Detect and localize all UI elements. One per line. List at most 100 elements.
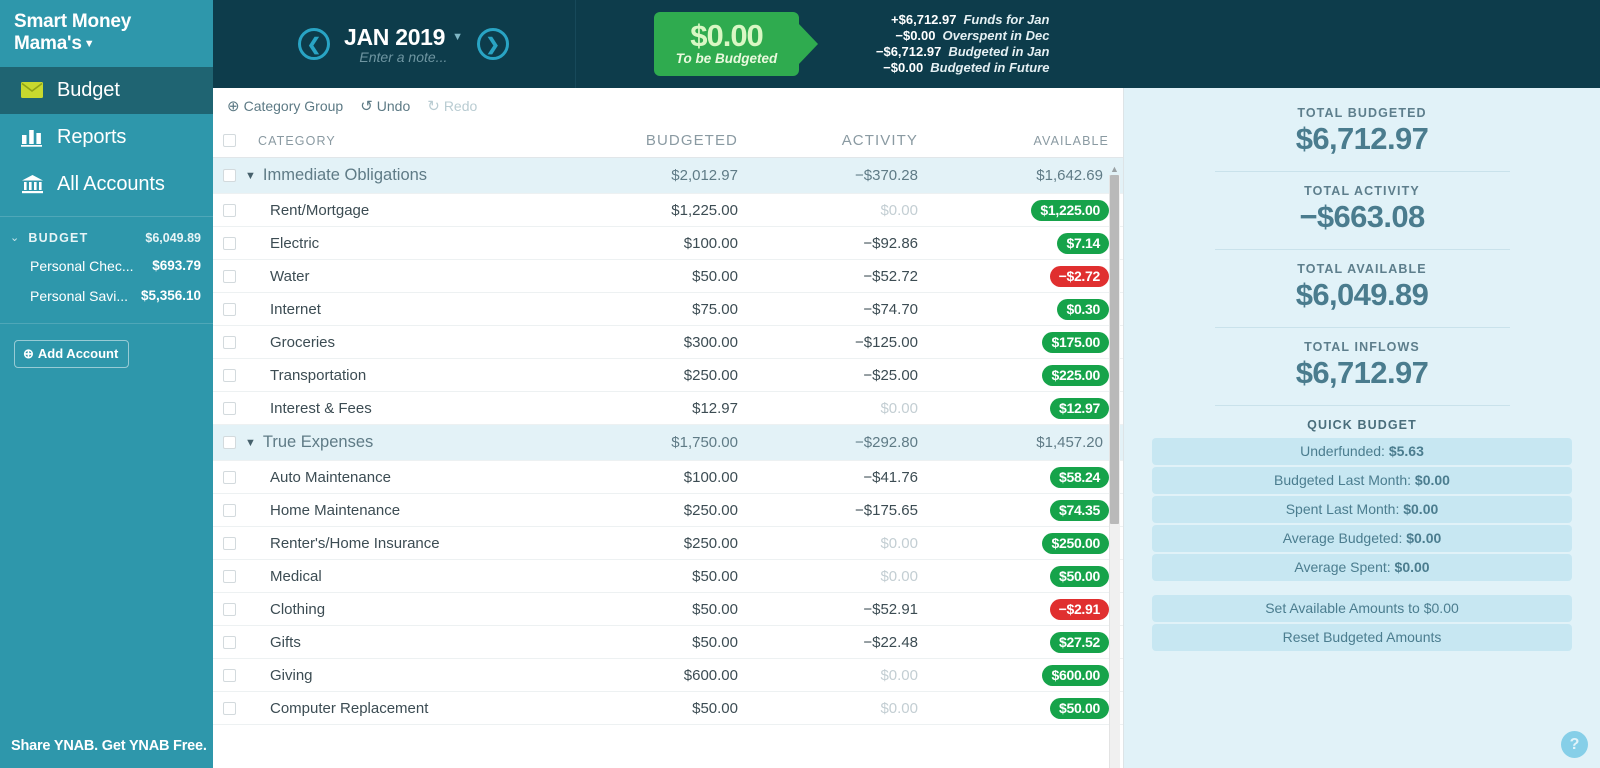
row-checkbox-cell[interactable] bbox=[213, 335, 245, 349]
available-pill[interactable]: −$2.72 bbox=[1049, 265, 1109, 287]
row-checkbox[interactable] bbox=[222, 335, 236, 349]
budgeted-cell[interactable]: $1,225.00 bbox=[578, 202, 758, 219]
activity-cell[interactable]: −$74.70 bbox=[758, 301, 938, 318]
budget-table-scrollbar[interactable]: ▲ bbox=[1109, 164, 1120, 768]
month-selector[interactable]: JAN 2019 ▼ bbox=[344, 24, 463, 51]
sidebar-item-budget[interactable]: Budget bbox=[0, 66, 213, 114]
activity-cell[interactable]: −$52.91 bbox=[758, 601, 938, 618]
category-name-cell[interactable]: Renter's/Home Insurance bbox=[245, 535, 578, 552]
quick-budget-button[interactable]: Average Budgeted: $0.00 bbox=[1152, 525, 1572, 552]
budgeted-cell[interactable]: $250.00 bbox=[578, 535, 758, 552]
category-group-row[interactable]: ▼ Immediate Obligations $2,012.97 −$370.28 $… bbox=[213, 158, 1123, 194]
available-pill[interactable]: $12.97 bbox=[1049, 397, 1109, 419]
category-name-cell[interactable]: Electric bbox=[245, 235, 578, 252]
accounts-group-header[interactable]: ⌄ BUDGET $6,049.89 bbox=[0, 217, 213, 251]
row-checkbox[interactable] bbox=[222, 602, 236, 616]
table-row[interactable]: Interest & Fees $12.97 $0.00 $12.97 bbox=[213, 392, 1123, 425]
budgeted-cell[interactable]: $50.00 bbox=[578, 634, 758, 651]
available-cell[interactable]: $27.52 bbox=[938, 631, 1123, 653]
row-checkbox-cell[interactable] bbox=[213, 569, 245, 583]
scrollbar-thumb[interactable] bbox=[1110, 175, 1119, 524]
category-name-cell[interactable]: Gifts bbox=[245, 634, 578, 651]
row-checkbox-cell[interactable] bbox=[213, 536, 245, 550]
scroll-up-arrow-icon[interactable]: ▲ bbox=[1110, 164, 1119, 174]
activity-cell[interactable]: $0.00 bbox=[758, 568, 938, 585]
row-checkbox-cell[interactable] bbox=[213, 302, 245, 316]
category-name-cell[interactable]: ▼ Immediate Obligations bbox=[245, 166, 578, 185]
redo-button[interactable]: ↻ Redo bbox=[427, 97, 477, 115]
column-header-activity[interactable]: ACTIVITY bbox=[758, 132, 938, 149]
budgeted-cell[interactable]: $50.00 bbox=[578, 268, 758, 285]
available-cell[interactable]: $1,457.20 bbox=[938, 434, 1123, 451]
previous-month-button[interactable]: ❮ bbox=[298, 28, 330, 60]
row-checkbox[interactable] bbox=[222, 302, 236, 316]
available-cell[interactable]: −$2.72 bbox=[938, 265, 1123, 287]
sidebar-item-all-accounts[interactable]: All Accounts bbox=[0, 161, 213, 208]
category-name-cell[interactable]: Rent/Mortgage bbox=[245, 202, 578, 219]
budgeted-cell[interactable]: $250.00 bbox=[578, 367, 758, 384]
available-cell[interactable]: $1,642.69 bbox=[938, 167, 1123, 184]
collapse-triangle-icon[interactable]: ▼ bbox=[245, 170, 256, 182]
row-checkbox[interactable] bbox=[222, 203, 236, 217]
activity-cell[interactable]: −$92.86 bbox=[758, 235, 938, 252]
row-checkbox-cell[interactable] bbox=[213, 368, 245, 382]
budgeted-cell[interactable]: $75.00 bbox=[578, 301, 758, 318]
category-name-cell[interactable]: Home Maintenance bbox=[245, 502, 578, 519]
row-checkbox-cell[interactable] bbox=[213, 236, 245, 250]
available-cell[interactable]: $7.14 bbox=[938, 232, 1123, 254]
category-group-row[interactable]: ▼ True Expenses $1,750.00 −$292.80 $1,457.20 bbox=[213, 425, 1123, 461]
available-cell[interactable]: $250.00 bbox=[938, 532, 1123, 554]
quick-budget-action-button[interactable]: Set Available Amounts to $0.00 bbox=[1152, 595, 1572, 622]
row-checkbox-cell[interactable] bbox=[213, 436, 245, 449]
activity-cell[interactable]: −$41.76 bbox=[758, 469, 938, 486]
table-row[interactable]: Internet $75.00 −$74.70 $0.30 bbox=[213, 293, 1123, 326]
budgeted-cell[interactable]: $50.00 bbox=[578, 568, 758, 585]
to-be-budgeted-button[interactable]: $0.00 To be Budgeted bbox=[653, 11, 800, 77]
row-checkbox-cell[interactable] bbox=[213, 701, 245, 715]
available-pill[interactable]: $50.00 bbox=[1049, 697, 1109, 719]
budgeted-cell[interactable]: $300.00 bbox=[578, 334, 758, 351]
category-name-cell[interactable]: Water bbox=[245, 268, 578, 285]
budgeted-cell[interactable]: $1,750.00 bbox=[578, 434, 758, 451]
row-checkbox[interactable] bbox=[222, 536, 236, 550]
table-row[interactable]: Home Maintenance $250.00 −$175.65 $74.35 bbox=[213, 494, 1123, 527]
row-checkbox[interactable] bbox=[222, 436, 236, 449]
sidebar-item-reports[interactable]: Reports bbox=[0, 114, 213, 161]
table-row[interactable]: Clothing $50.00 −$52.91 −$2.91 bbox=[213, 593, 1123, 626]
available-pill[interactable]: $50.00 bbox=[1049, 565, 1109, 587]
quick-budget-action-button[interactable]: Reset Budgeted Amounts bbox=[1152, 624, 1572, 651]
available-cell[interactable]: −$2.91 bbox=[938, 598, 1123, 620]
budgeted-cell[interactable]: $12.97 bbox=[578, 400, 758, 417]
row-checkbox-cell[interactable] bbox=[213, 470, 245, 484]
row-checkbox-cell[interactable] bbox=[213, 203, 245, 217]
help-button[interactable]: ? bbox=[1561, 731, 1588, 758]
row-checkbox-cell[interactable] bbox=[213, 401, 245, 415]
table-row[interactable]: Renter's/Home Insurance $250.00 $0.00 $250.… bbox=[213, 527, 1123, 560]
available-cell[interactable]: $175.00 bbox=[938, 331, 1123, 353]
column-header-category[interactable]: CATEGORY bbox=[245, 134, 578, 148]
add-account-button[interactable]: ⊕ Add Account bbox=[14, 339, 130, 368]
quick-budget-button[interactable]: Underfunded: $5.63 bbox=[1152, 438, 1572, 465]
table-row[interactable]: Electric $100.00 −$92.86 $7.14 bbox=[213, 227, 1123, 260]
available-pill[interactable]: $0.30 bbox=[1057, 298, 1109, 320]
table-row[interactable]: Water $50.00 −$52.72 −$2.72 bbox=[213, 260, 1123, 293]
available-pill[interactable]: $225.00 bbox=[1042, 364, 1109, 386]
available-pill[interactable]: $175.00 bbox=[1042, 331, 1109, 353]
available-cell[interactable]: $50.00 bbox=[938, 697, 1123, 719]
available-cell[interactable]: $0.30 bbox=[938, 298, 1123, 320]
row-checkbox[interactable] bbox=[222, 569, 236, 583]
undo-button[interactable]: ↺ Undo bbox=[360, 97, 410, 115]
row-checkbox[interactable] bbox=[222, 668, 236, 682]
add-category-group-button[interactable]: ⊕ Category Group bbox=[227, 97, 343, 115]
activity-cell[interactable]: −$22.48 bbox=[758, 634, 938, 651]
category-name-cell[interactable]: Transportation bbox=[245, 367, 578, 384]
category-name-cell[interactable]: Internet bbox=[245, 301, 578, 318]
quick-budget-button[interactable]: Budgeted Last Month: $0.00 bbox=[1152, 467, 1572, 494]
select-all-checkbox-cell[interactable] bbox=[213, 134, 245, 147]
category-name-cell[interactable]: ▼ True Expenses bbox=[245, 433, 578, 452]
month-note-input[interactable]: Enter a note... bbox=[344, 49, 463, 65]
available-pill[interactable]: $27.52 bbox=[1049, 631, 1109, 653]
table-row[interactable]: Groceries $300.00 −$125.00 $175.00 bbox=[213, 326, 1123, 359]
available-cell[interactable]: $1,225.00 bbox=[938, 199, 1123, 221]
next-month-button[interactable]: ❯ bbox=[476, 28, 509, 60]
